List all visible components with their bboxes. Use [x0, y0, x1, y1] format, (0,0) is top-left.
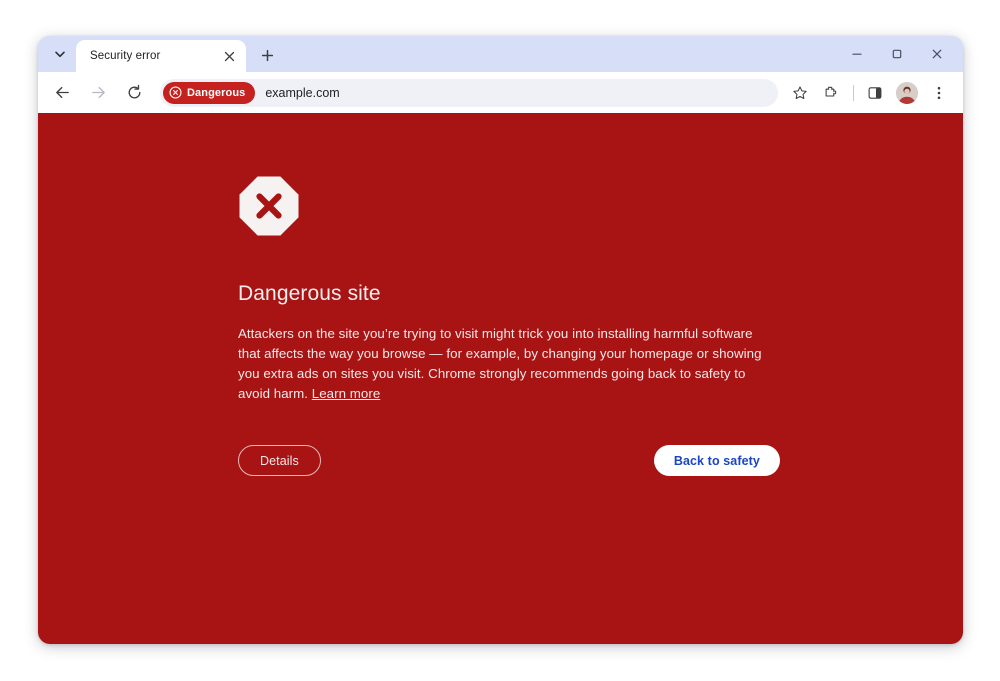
interstitial-body: Attackers on the site you’re trying to v…	[238, 324, 763, 404]
close-icon	[932, 49, 942, 59]
side-panel-button[interactable]	[861, 79, 889, 107]
star-icon	[793, 85, 807, 99]
chevron-down-icon	[55, 51, 65, 58]
minimize-icon	[852, 53, 862, 55]
details-button[interactable]: Details	[238, 445, 321, 476]
side-panel-icon	[868, 86, 882, 99]
window-minimize-button[interactable]	[837, 39, 877, 69]
security-status-label: Dangerous	[187, 86, 246, 99]
maximize-icon	[892, 49, 902, 59]
profile-button[interactable]	[893, 79, 921, 107]
circle-x-icon	[169, 86, 182, 99]
puzzle-icon	[825, 86, 837, 97]
window-controls	[837, 36, 963, 72]
interstitial-button-row: Details Back to safety	[238, 445, 780, 476]
security-status-chip[interactable]: Dangerous	[163, 81, 256, 104]
three-dot-menu-icon	[937, 86, 941, 99]
browser-toolbar: Dangerous example.com	[38, 72, 963, 113]
reload-icon	[128, 84, 140, 99]
octagon-x-icon	[239, 176, 299, 236]
security-interstitial-page: Dangerous site Attackers on the site you…	[38, 113, 963, 644]
reload-button[interactable]	[119, 78, 149, 108]
back-button[interactable]	[47, 78, 77, 108]
plus-icon	[261, 49, 273, 61]
tab-strip: Security error	[38, 36, 963, 72]
forward-button	[83, 78, 113, 108]
address-bar[interactable]: Dangerous example.com	[160, 78, 778, 107]
learn-more-link[interactable]: Learn more	[312, 386, 381, 401]
new-tab-button[interactable]	[254, 42, 280, 68]
page-title: Dangerous site	[238, 282, 381, 305]
avatar	[896, 81, 918, 104]
back-arrow-icon	[55, 86, 69, 99]
tab-search-button[interactable]	[46, 40, 74, 68]
window-maximize-button[interactable]	[877, 39, 917, 69]
profile-avatar	[896, 81, 918, 104]
url-text: example.com	[265, 85, 340, 100]
warning-icon-wrapper	[238, 175, 798, 242]
extensions-button[interactable]	[818, 79, 846, 107]
interstitial-content: Dangerous site Attackers on the site you…	[238, 175, 798, 404]
back-to-safety-button[interactable]: Back to safety	[653, 445, 780, 476]
browser-window: Security error Dangerous example.com Dan…	[38, 36, 963, 644]
close-icon	[224, 51, 234, 61]
tab-security-error[interactable]: Security error	[76, 40, 246, 72]
tab-title: Security error	[90, 50, 161, 62]
forward-arrow-icon	[91, 86, 105, 99]
tab-close-button[interactable]	[220, 47, 238, 65]
window-close-button[interactable]	[917, 39, 957, 69]
toolbar-divider	[853, 84, 854, 101]
bookmark-button[interactable]	[786, 79, 814, 107]
browser-menu-button[interactable]	[925, 79, 953, 107]
